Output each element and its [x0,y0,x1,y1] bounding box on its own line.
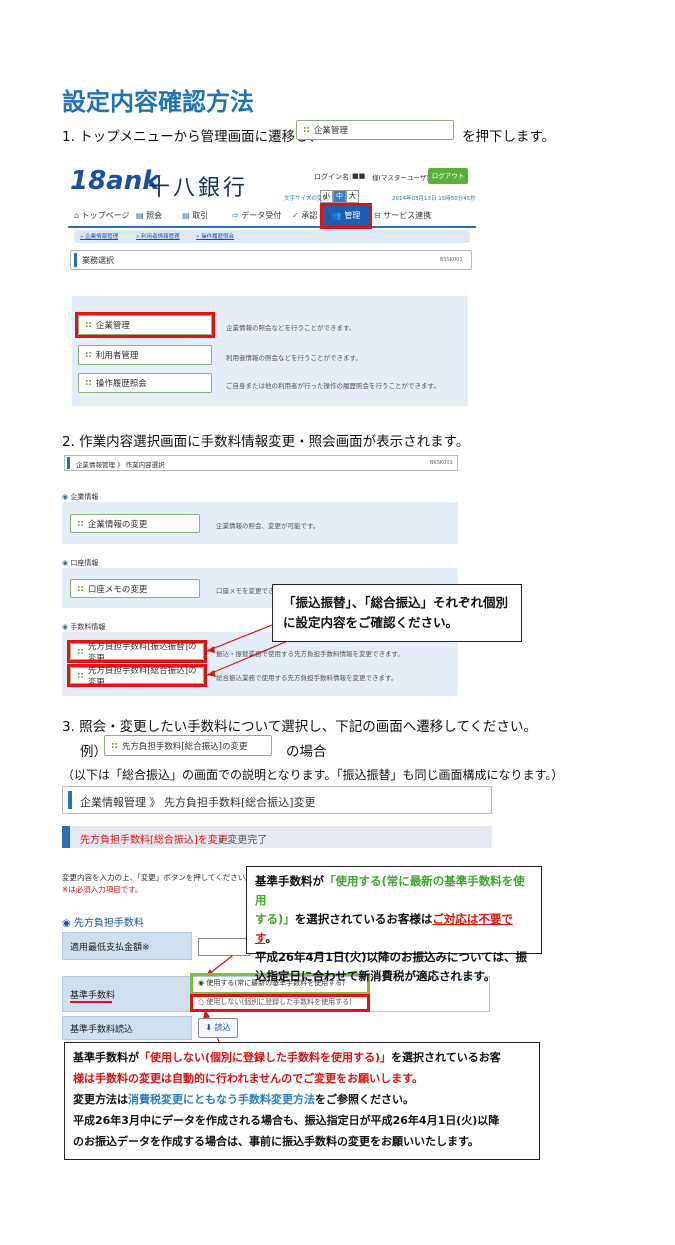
arrow-to-transfer [206,624,273,652]
step3-note: （以下は「総合振込」の画面での説明となります。「振込振替」も同じ画面構成になりま… [62,768,564,782]
step3-heading: 企業情報管理 》 先方負担手数料[総合振込]変更 [80,796,316,809]
row2-underline [70,1001,112,1003]
fee-section-title: ◉ 先方負担手数料 [62,918,144,929]
step3-example-button: :: 先方負担手数料[総合振込]の変更 [104,735,272,756]
heading-bar [68,791,72,809]
step3-example-suffix: の場合 [286,744,327,760]
instruction: 変更内容を入力の上、「変更」ボタンを押してください。 [62,873,253,882]
arrow-to-bulk [206,639,291,676]
row3-label: 基準手数料読込 [70,1025,134,1035]
callout-check-each: 「振込振替」、「総合振込」それぞれ個別に設定内容をご確認ください。 [272,584,522,642]
step3-text: 3. 照会・変更したい手数料について選択し、下記の画面へ遷移してください。 [62,719,537,735]
callout-not-use-standard: 基準手数料が「使用しない(個別に登録した手数料を使用する)」を選択されているお客… [64,1042,540,1160]
progress-marker [62,826,70,848]
arrowhead [207,670,216,677]
step3-example-prefix: 例） [80,744,107,760]
bullet-icon: :: [111,740,118,751]
progress-next: » 変更完了 [218,835,268,846]
download-icon: ⬇ [205,1023,215,1032]
circle-icon: ◉ [62,918,74,929]
required-note: ※は必須入力項目です。 [62,885,143,894]
load-button[interactable]: ⬇ 読込 [198,1018,238,1038]
callout-use-standard: 基準手数料が「使用する(常に最新の基準手数料を使用 する)」を選択されているお客… [246,866,542,983]
row1-label: 適用最低支払金額※ [70,943,150,953]
row2-label: 基準手数料 [70,991,116,1001]
min-amount-input[interactable] [198,938,250,956]
progress-active: 先方負担手数料[総合振込]を変更 [80,835,228,846]
radio-notuse[interactable]: ○ 使用しない(個別に登録した手数料を使用する) [198,997,352,1007]
arrowhead [207,646,215,653]
